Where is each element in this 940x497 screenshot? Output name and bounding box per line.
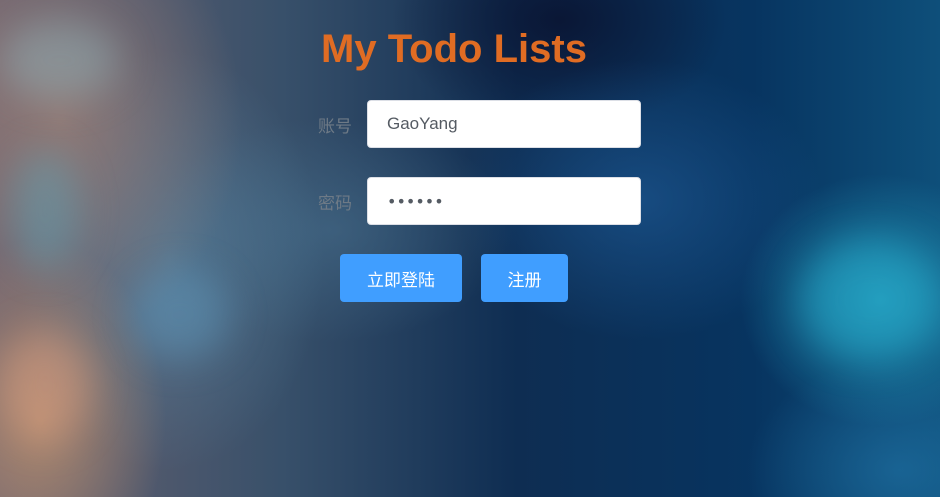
- page-title: My Todo Lists: [321, 27, 587, 71]
- password-input[interactable]: [367, 177, 641, 225]
- background-blur-blob: [130, 270, 230, 360]
- background-image: [0, 0, 940, 497]
- account-label: 账号: [318, 116, 352, 137]
- login-button[interactable]: 立即登陆: [340, 254, 462, 302]
- register-button[interactable]: 注册: [481, 254, 568, 302]
- account-row: 账号: [300, 99, 641, 149]
- account-input[interactable]: [367, 100, 641, 148]
- password-label: 密码: [318, 193, 352, 214]
- background-blur-blob: [800, 240, 940, 360]
- background-blur-blob: [10, 150, 80, 270]
- password-row: 密码: [300, 176, 641, 226]
- background-blur-blob: [0, 330, 90, 440]
